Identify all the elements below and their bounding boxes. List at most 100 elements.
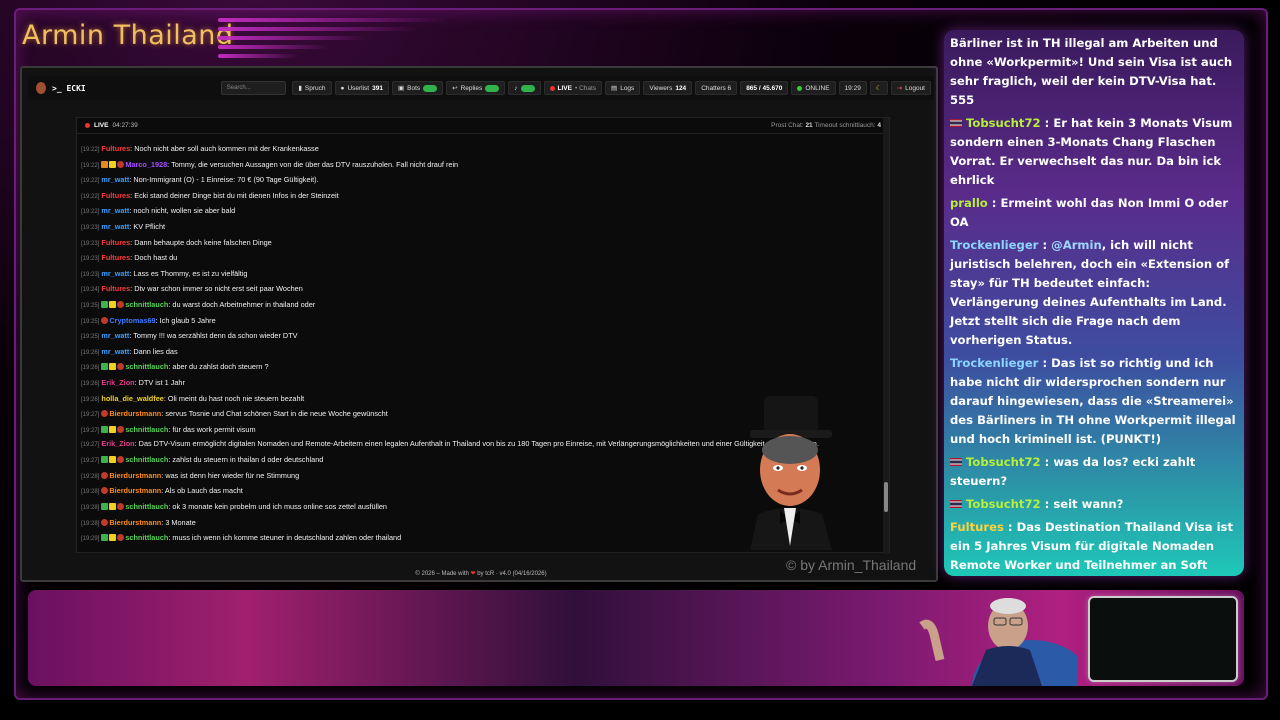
side-chat-message: Trockenlieger : @Armin, ich will nicht j… bbox=[950, 238, 1230, 347]
replies-toggle[interactable] bbox=[485, 84, 500, 92]
message-text: Oli meint du hast noch nie steuern bezah… bbox=[167, 393, 305, 403]
red-badge-icon bbox=[101, 316, 109, 324]
message-timestamp: [19:23] bbox=[81, 271, 100, 278]
yellow-badge-icon bbox=[109, 534, 117, 542]
message-timestamp: [19:25] bbox=[81, 334, 100, 341]
message-username[interactable]: Marco_1928 bbox=[125, 160, 167, 169]
message-text: Dann behaupte doch keine falschen Dinge bbox=[134, 237, 272, 247]
online-dot-icon bbox=[797, 85, 803, 91]
message-username[interactable]: Fultures bbox=[101, 253, 130, 262]
message-username[interactable]: Bierdurstmann bbox=[109, 518, 161, 527]
camera-frame bbox=[1088, 596, 1238, 682]
message-username[interactable]: Fultures bbox=[101, 191, 130, 200]
side-chat-username: Tobsucht72 bbox=[966, 497, 1041, 511]
message-text: Tommy !!! wa serzählst denn da schon wie… bbox=[133, 331, 298, 341]
message-username[interactable]: Cryptomas69 bbox=[109, 316, 155, 325]
message-username[interactable]: schnittlauch bbox=[125, 300, 168, 309]
message-text: zahlst du steuern in thailan d oder deut… bbox=[172, 455, 324, 465]
message-username[interactable]: schnittlauch bbox=[125, 533, 168, 542]
message-timestamp: [19:28] bbox=[81, 505, 100, 512]
message-text: du warst doch Arbeitnehmer in thailand o… bbox=[172, 299, 316, 309]
orange-badge-icon bbox=[101, 160, 109, 168]
message-username[interactable]: Fultures bbox=[101, 284, 130, 293]
chat-message: [19:24] Fultures: Dtv war schon immer so … bbox=[81, 284, 303, 294]
red-badge-icon bbox=[101, 487, 109, 495]
message-timestamp: [19:22] bbox=[81, 209, 100, 216]
message-username[interactable]: schnittlauch bbox=[125, 502, 168, 511]
message-username[interactable]: Bierdurstmann bbox=[109, 486, 161, 495]
message-username[interactable]: Fultures bbox=[101, 144, 130, 153]
side-chat-message: Tobsucht72 : Er hat kein 3 Monats Visum … bbox=[950, 116, 1233, 187]
chatters-badge: Chatters 6 bbox=[695, 81, 738, 95]
webcam-feed bbox=[919, 598, 1078, 686]
side-chat-message: Tobsucht72 : seit wann? bbox=[950, 495, 1238, 514]
message-username[interactable]: mr_watt bbox=[101, 269, 129, 278]
theme-toggle[interactable]: ☾ bbox=[869, 81, 888, 95]
logout-icon: ⇥ bbox=[896, 85, 903, 92]
message-timestamp: [19:27] bbox=[81, 458, 100, 465]
green-badge-icon bbox=[101, 456, 109, 464]
message-username[interactable]: mr_watt bbox=[101, 206, 129, 215]
message-text: Als ob Lauch das macht bbox=[164, 486, 243, 496]
sound-toggle[interactable] bbox=[520, 84, 535, 92]
live-chats-button[interactable]: LIVE • Chats bbox=[543, 81, 603, 95]
message-text: Ich glaub 5 Jahre bbox=[159, 315, 216, 325]
side-chat-username: Trockenlieger bbox=[950, 238, 1039, 252]
userlist-button[interactable]: ● Userlist 391 bbox=[334, 81, 389, 95]
message-username[interactable]: Bierdurstmann bbox=[109, 471, 161, 480]
message-timestamp: [19:22] bbox=[81, 162, 100, 169]
replies-button[interactable]: ↩ Replies bbox=[446, 81, 506, 95]
side-chat-message: Tobsucht72 : was da los? ecki zahlt steu… bbox=[950, 455, 1196, 488]
message-text: KV Pflicht bbox=[133, 221, 166, 231]
red-badge-icon bbox=[101, 518, 109, 526]
message-username[interactable]: mr_watt bbox=[101, 222, 129, 231]
chat-message: [19:23] mr_watt: KV Pflicht bbox=[81, 221, 166, 231]
navbar: >_ ECKI Search... ▮ Spruch ● Userlist 391 ▣… bbox=[28, 76, 934, 100]
message-username[interactable]: Erik_Zion bbox=[101, 378, 134, 387]
red-badge-icon bbox=[101, 471, 109, 479]
chat-message: [19:22] mr_watt: noch nicht, wollen sie a… bbox=[81, 206, 236, 216]
message-timestamp: [19:22] bbox=[81, 147, 100, 153]
logs-button[interactable]: ▤ Logs bbox=[605, 81, 641, 95]
message-timestamp: [19:22] bbox=[81, 193, 100, 200]
chat-message: [19:26] schnittlauch: aber du zahlst doch… bbox=[81, 362, 269, 372]
scroll-thumb[interactable] bbox=[884, 482, 888, 512]
sound-button[interactable]: ♪ bbox=[508, 81, 541, 95]
message-timestamp: [19:23] bbox=[81, 240, 100, 247]
message-username[interactable]: mr_watt bbox=[101, 331, 129, 340]
brand-text: >_ ECKI bbox=[52, 83, 86, 93]
message-username[interactable]: schnittlauch bbox=[125, 425, 168, 434]
green-badge-icon bbox=[101, 363, 109, 371]
side-chat-username: Tobsucht72 bbox=[966, 455, 1041, 469]
chat-stats: Prost Chat: 21 Timeout schnittlauch: 4 bbox=[771, 122, 881, 129]
bots-button[interactable]: ▣ Bots bbox=[391, 81, 444, 95]
side-chat-username: Tobsucht72 bbox=[966, 116, 1041, 130]
message-username[interactable]: Bierdurstmann bbox=[109, 409, 161, 418]
brand[interactable]: >_ ECKI bbox=[28, 82, 221, 94]
message-text: aber du zahlst doch steuern ? bbox=[172, 362, 269, 372]
message-username[interactable]: Fultures bbox=[101, 238, 130, 247]
message-username[interactable]: schnittlauch bbox=[125, 455, 168, 464]
chat-message: [19:22] Marco_1928: Tommy, die versuchen … bbox=[81, 159, 459, 169]
bots-toggle[interactable] bbox=[423, 84, 438, 92]
message-timestamp: [19:27] bbox=[81, 427, 100, 434]
message-username[interactable]: mr_watt bbox=[101, 347, 129, 356]
stream-overlay: Armin Thailand >_ ECKI Search... ▮ Spruch… bbox=[0, 0, 1280, 720]
message-username[interactable]: schnittlauch bbox=[125, 362, 168, 371]
search-input[interactable]: Search... bbox=[220, 81, 287, 95]
message-timestamp: [19:23] bbox=[81, 224, 100, 231]
spruch-button[interactable]: ▮ Spruch bbox=[292, 81, 332, 95]
message-timestamp: [19:23] bbox=[81, 256, 100, 263]
chat-message: [19:23] Fultures: Doch hast du bbox=[81, 253, 178, 263]
message-username[interactable]: Erik_Zion bbox=[101, 439, 134, 448]
message-text: Dtv war schon immer so nicht erst seit p… bbox=[134, 284, 303, 294]
message-text: noch nicht, wollen sie aber bald bbox=[133, 206, 236, 216]
ratio-badge: 865 / 45.670 bbox=[740, 81, 789, 95]
message-username[interactable]: mr_watt bbox=[101, 175, 129, 184]
chat-scrollbar[interactable] bbox=[883, 118, 889, 554]
message-username[interactable]: holla_die_waldfee bbox=[101, 394, 163, 403]
message-text: Tommy, die versuchen Aussagen von die üb… bbox=[171, 159, 459, 169]
logout-button[interactable]: ⇥ Logout bbox=[890, 81, 931, 95]
mention: @Armin bbox=[1051, 238, 1102, 252]
side-chat-username: Fultures bbox=[950, 520, 1004, 534]
